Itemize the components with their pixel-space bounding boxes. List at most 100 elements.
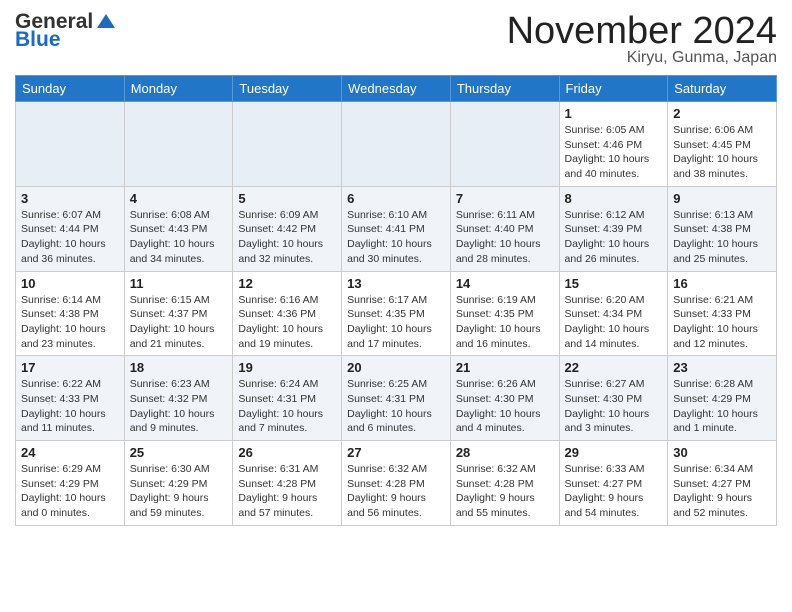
day-number: 15 bbox=[565, 276, 663, 291]
day-info: Sunrise: 6:15 AM Sunset: 4:37 PM Dayligh… bbox=[130, 293, 228, 352]
day-info: Sunrise: 6:23 AM Sunset: 4:32 PM Dayligh… bbox=[130, 377, 228, 436]
calendar-cell: 23 Sunrise: 6:28 AM Sunset: 4:29 PM Dayli… bbox=[668, 356, 777, 441]
day-number: 4 bbox=[130, 191, 228, 206]
calendar-week-4: 24 Sunrise: 6:29 AM Sunset: 4:29 PM Dayli… bbox=[16, 441, 777, 526]
calendar-cell: 30 Sunrise: 6:34 AM Sunset: 4:27 PM Dayli… bbox=[668, 441, 777, 526]
col-wednesday: Wednesday bbox=[342, 76, 451, 102]
day-info: Sunrise: 6:16 AM Sunset: 4:36 PM Dayligh… bbox=[238, 293, 336, 352]
day-number: 29 bbox=[565, 445, 663, 460]
day-info: Sunrise: 6:26 AM Sunset: 4:30 PM Dayligh… bbox=[456, 377, 554, 436]
calendar-cell bbox=[342, 102, 451, 187]
calendar-cell: 22 Sunrise: 6:27 AM Sunset: 4:30 PM Dayli… bbox=[559, 356, 668, 441]
col-friday: Friday bbox=[559, 76, 668, 102]
day-info: Sunrise: 6:32 AM Sunset: 4:28 PM Dayligh… bbox=[347, 462, 445, 521]
month-title: November 2024 bbox=[507, 10, 777, 53]
calendar-cell: 26 Sunrise: 6:31 AM Sunset: 4:28 PM Dayli… bbox=[233, 441, 342, 526]
col-tuesday: Tuesday bbox=[233, 76, 342, 102]
day-number: 30 bbox=[673, 445, 771, 460]
calendar-cell: 8 Sunrise: 6:12 AM Sunset: 4:39 PM Daylig… bbox=[559, 186, 668, 271]
day-number: 11 bbox=[130, 276, 228, 291]
day-number: 14 bbox=[456, 276, 554, 291]
day-number: 3 bbox=[21, 191, 119, 206]
calendar-header-row: Sunday Monday Tuesday Wednesday Thursday… bbox=[16, 76, 777, 102]
title-section: November 2024 Kiryu, Gunma, Japan bbox=[507, 10, 777, 67]
day-number: 1 bbox=[565, 106, 663, 121]
day-number: 16 bbox=[673, 276, 771, 291]
col-saturday: Saturday bbox=[668, 76, 777, 102]
day-info: Sunrise: 6:27 AM Sunset: 4:30 PM Dayligh… bbox=[565, 377, 663, 436]
calendar-cell: 21 Sunrise: 6:26 AM Sunset: 4:30 PM Dayli… bbox=[450, 356, 559, 441]
day-number: 12 bbox=[238, 276, 336, 291]
calendar-cell: 5 Sunrise: 6:09 AM Sunset: 4:42 PM Daylig… bbox=[233, 186, 342, 271]
calendar-cell: 10 Sunrise: 6:14 AM Sunset: 4:38 PM Dayli… bbox=[16, 271, 125, 356]
day-info: Sunrise: 6:32 AM Sunset: 4:28 PM Dayligh… bbox=[456, 462, 554, 521]
day-info: Sunrise: 6:30 AM Sunset: 4:29 PM Dayligh… bbox=[130, 462, 228, 521]
calendar-cell: 4 Sunrise: 6:08 AM Sunset: 4:43 PM Daylig… bbox=[124, 186, 233, 271]
day-info: Sunrise: 6:14 AM Sunset: 4:38 PM Dayligh… bbox=[21, 293, 119, 352]
day-info: Sunrise: 6:09 AM Sunset: 4:42 PM Dayligh… bbox=[238, 208, 336, 267]
day-number: 10 bbox=[21, 276, 119, 291]
logo: General Blue bbox=[15, 10, 115, 52]
day-info: Sunrise: 6:06 AM Sunset: 4:45 PM Dayligh… bbox=[673, 123, 771, 182]
day-number: 22 bbox=[565, 360, 663, 375]
calendar-cell bbox=[233, 102, 342, 187]
day-info: Sunrise: 6:11 AM Sunset: 4:40 PM Dayligh… bbox=[456, 208, 554, 267]
calendar-cell bbox=[16, 102, 125, 187]
day-info: Sunrise: 6:34 AM Sunset: 4:27 PM Dayligh… bbox=[673, 462, 771, 521]
day-number: 24 bbox=[21, 445, 119, 460]
calendar-cell: 18 Sunrise: 6:23 AM Sunset: 4:32 PM Dayli… bbox=[124, 356, 233, 441]
day-number: 6 bbox=[347, 191, 445, 206]
calendar-cell: 11 Sunrise: 6:15 AM Sunset: 4:37 PM Dayli… bbox=[124, 271, 233, 356]
day-info: Sunrise: 6:28 AM Sunset: 4:29 PM Dayligh… bbox=[673, 377, 771, 436]
day-number: 17 bbox=[21, 360, 119, 375]
day-info: Sunrise: 6:31 AM Sunset: 4:28 PM Dayligh… bbox=[238, 462, 336, 521]
day-info: Sunrise: 6:08 AM Sunset: 4:43 PM Dayligh… bbox=[130, 208, 228, 267]
day-number: 5 bbox=[238, 191, 336, 206]
calendar-cell: 13Sunrise: 6:17 AM Sunset: 4:35 PM Dayli… bbox=[342, 271, 451, 356]
calendar-cell: 27 Sunrise: 6:32 AM Sunset: 4:28 PM Dayli… bbox=[342, 441, 451, 526]
day-number: 19 bbox=[238, 360, 336, 375]
day-number: 21 bbox=[456, 360, 554, 375]
logo-triangle-icon bbox=[97, 12, 115, 30]
col-monday: Monday bbox=[124, 76, 233, 102]
calendar-cell: 29Sunrise: 6:33 AM Sunset: 4:27 PM Dayli… bbox=[559, 441, 668, 526]
calendar-cell: 24 Sunrise: 6:29 AM Sunset: 4:29 PM Dayli… bbox=[16, 441, 125, 526]
calendar-cell bbox=[450, 102, 559, 187]
day-info: Sunrise: 6:07 AM Sunset: 4:44 PM Dayligh… bbox=[21, 208, 119, 267]
calendar-cell: 19 Sunrise: 6:24 AM Sunset: 4:31 PM Dayli… bbox=[233, 356, 342, 441]
calendar-cell: 28 Sunrise: 6:32 AM Sunset: 4:28 PM Dayli… bbox=[450, 441, 559, 526]
col-thursday: Thursday bbox=[450, 76, 559, 102]
calendar-table: Sunday Monday Tuesday Wednesday Thursday… bbox=[15, 75, 777, 526]
day-number: 26 bbox=[238, 445, 336, 460]
calendar-cell: 14 Sunrise: 6:19 AM Sunset: 4:35 PM Dayli… bbox=[450, 271, 559, 356]
day-info: Sunrise: 6:10 AM Sunset: 4:41 PM Dayligh… bbox=[347, 208, 445, 267]
day-info: Sunrise: 6:22 AM Sunset: 4:33 PM Dayligh… bbox=[21, 377, 119, 436]
day-number: 25 bbox=[130, 445, 228, 460]
calendar-cell: 9Sunrise: 6:13 AM Sunset: 4:38 PM Daylig… bbox=[668, 186, 777, 271]
col-sunday: Sunday bbox=[16, 76, 125, 102]
calendar-week-1: 3 Sunrise: 6:07 AM Sunset: 4:44 PM Daylig… bbox=[16, 186, 777, 271]
day-number: 8 bbox=[565, 191, 663, 206]
day-info: Sunrise: 6:12 AM Sunset: 4:39 PM Dayligh… bbox=[565, 208, 663, 267]
calendar-week-3: 17 Sunrise: 6:22 AM Sunset: 4:33 PM Dayli… bbox=[16, 356, 777, 441]
calendar-cell: 1Sunrise: 6:05 AM Sunset: 4:46 PM Daylig… bbox=[559, 102, 668, 187]
day-info: Sunrise: 6:24 AM Sunset: 4:31 PM Dayligh… bbox=[238, 377, 336, 436]
day-info: Sunrise: 6:29 AM Sunset: 4:29 PM Dayligh… bbox=[21, 462, 119, 521]
calendar-cell: 15Sunrise: 6:20 AM Sunset: 4:34 PM Dayli… bbox=[559, 271, 668, 356]
day-number: 20 bbox=[347, 360, 445, 375]
calendar-cell: 17 Sunrise: 6:22 AM Sunset: 4:33 PM Dayli… bbox=[16, 356, 125, 441]
day-number: 28 bbox=[456, 445, 554, 460]
logo-blue: Blue bbox=[15, 28, 61, 52]
calendar-week-2: 10 Sunrise: 6:14 AM Sunset: 4:38 PM Dayli… bbox=[16, 271, 777, 356]
day-number: 9 bbox=[673, 191, 771, 206]
header: General Blue November 2024 Kiryu, Gunma,… bbox=[15, 10, 777, 67]
day-number: 27 bbox=[347, 445, 445, 460]
calendar-cell: 16Sunrise: 6:21 AM Sunset: 4:33 PM Dayli… bbox=[668, 271, 777, 356]
day-number: 13 bbox=[347, 276, 445, 291]
day-number: 23 bbox=[673, 360, 771, 375]
calendar-cell: 7 Sunrise: 6:11 AM Sunset: 4:40 PM Daylig… bbox=[450, 186, 559, 271]
day-number: 7 bbox=[456, 191, 554, 206]
day-number: 18 bbox=[130, 360, 228, 375]
calendar-week-0: 1Sunrise: 6:05 AM Sunset: 4:46 PM Daylig… bbox=[16, 102, 777, 187]
day-info: Sunrise: 6:19 AM Sunset: 4:35 PM Dayligh… bbox=[456, 293, 554, 352]
